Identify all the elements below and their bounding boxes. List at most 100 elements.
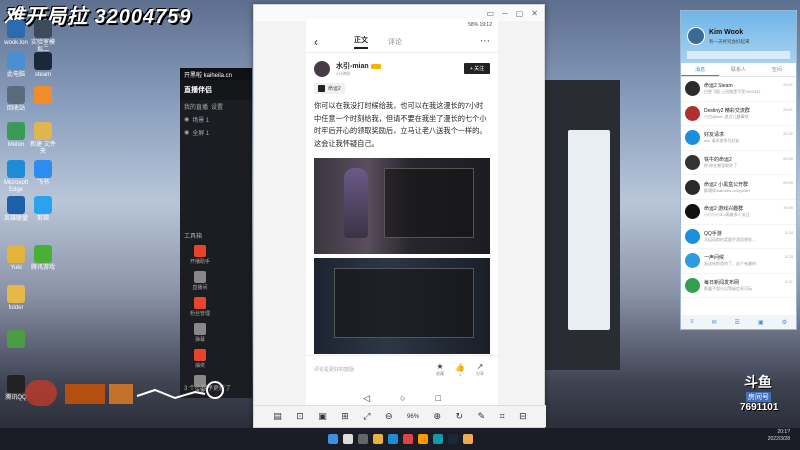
avatar[interactable] [687,27,705,45]
inventory-panel [334,268,474,338]
streamer-menu[interactable]: 我的直播 设置 [180,100,252,113]
qq-signature[interactable]: 有一天终究会好起来 [709,39,750,45]
mail-icon[interactable]: ✉ [712,319,717,326]
folder-icon[interactable] [372,434,383,444]
eye-icon[interactable]: ◉ [184,116,189,123]
tab-content[interactable]: 正文 [354,35,368,49]
back-nav-icon[interactable]: ◁ [363,393,370,404]
desktop-icon[interactable]: 剪辑 [30,196,56,223]
tool-item[interactable]: 开播助手 [185,245,215,265]
tool-item[interactable]: 抽奖 [185,349,215,369]
hud-ability-icon [65,384,105,404]
conversation-item[interactable]: 命运2 小黑盒公开群 群通知:kaiheila.cn/0g34kY 20:05 [681,175,796,200]
like-button[interactable]: 👍 1 [450,363,470,377]
desktop-icon[interactable]: 此电脑 [3,52,29,79]
conversation-item[interactable]: 铁牛的命运2 你:你在哪里呢你了 20:30 [681,151,796,176]
app-icon [7,330,25,348]
share-button[interactable]: ↗ 分享 [470,362,490,377]
conversation-item[interactable]: 一声问候 发送给那里的了，这个有趣的 3-23 [681,249,796,274]
desktop-icon[interactable]: 实验室模拟二 [30,20,56,54]
edit-icon[interactable]: ✎ [478,411,486,422]
zoom-in-icon[interactable]: ⊕ [434,411,442,422]
desktop-icon[interactable]: 飞书 [30,160,56,187]
conversation-item[interactable]: 每日新闻发布网 那盒子部分以等级信息可玩 3-21 [681,274,796,299]
eye-icon[interactable]: ◉ [184,129,189,136]
search-icon[interactable] [342,434,353,444]
zoom-out-icon[interactable]: ⊖ [385,411,393,422]
conversation-name: 命运2 游戏兴趣群 [704,206,744,213]
pin-icon[interactable]: ⊟ [519,411,527,422]
desktop-icon[interactable]: steam [30,52,56,79]
close-button[interactable]: ✕ [531,9,538,18]
menu-my-stream[interactable]: 我的直播 [184,102,208,111]
avatar [685,105,700,121]
app-icon[interactable] [417,434,428,444]
menu-icon[interactable]: ≡ [690,319,694,325]
expand-icon[interactable]: ⤢ [363,411,370,422]
comment-input[interactable]: 评论是更好的鼓励 [314,366,430,373]
capture-icon[interactable]: ⊡ [296,411,304,422]
edge-icon[interactable] [387,434,398,444]
minimize-button[interactable]: ─ [502,9,508,18]
desktop-icon[interactable]: 回收站 [3,86,29,113]
desktop-icon[interactable]: 英雄联盟 [3,196,29,223]
avatar [685,228,700,244]
screenshot-icon[interactable]: ▤ [273,411,282,422]
app-icon[interactable] [462,434,473,444]
conversation-item[interactable]: Destiny2 精彩交流群 小白@kim: 说点儿趣事呗 20:01 [681,102,796,127]
tab-contacts[interactable]: 联系人 [719,63,757,76]
crop-icon[interactable]: ⌗ [500,411,505,422]
conversation-item[interactable]: 好友请求 kim 请求加你为好友 20:32 [681,126,796,151]
desktop-icon[interactable] [30,86,56,106]
phone-screen: 58% 19:12 ‹ 正文 评论 ⋯ 水引-mian 2分钟前 + 关注 命运… [306,19,498,413]
fit-icon[interactable]: ⊞ [341,411,349,422]
tool-item[interactable]: 直播间 [185,271,215,291]
app-icon[interactable] [402,434,413,444]
menu-settings[interactable]: 设置 [211,102,223,111]
maximize-button[interactable]: ▢ [516,9,524,18]
desktop-icon[interactable]: 新建 文件夹 [30,122,56,156]
tool-label: 直播间 [192,285,208,291]
more-icon[interactable]: ⋯ [480,36,490,47]
conversation-item[interactable]: 命运2 Steam 白昼飞船 上班狗是不是?#42341 20:01 [681,77,796,102]
pin-button[interactable]: ▭ [487,9,495,18]
clock-time: 20:1? [777,429,790,435]
tool-item[interactable]: 弹幕 [185,323,215,343]
avatar [685,204,700,220]
desktop-icon[interactable]: folder [3,285,29,312]
desktop-icon[interactable] [3,330,29,350]
rotate-icon[interactable]: ↻ [456,411,464,422]
start-icon[interactable] [327,434,338,444]
search-input[interactable] [687,51,790,59]
favorite-button[interactable]: ★ 收藏 [430,362,450,377]
conversation-item[interactable]: 命运2 游戏兴趣群 小小小小5-3周爽多人关注 19:49 [681,200,796,225]
desktop-icon[interactable]: Melon [3,122,29,149]
conversation-item[interactable]: QQ手游 大运动前的奖励手游没想发... 3-24 [681,225,796,250]
gear-icon[interactable]: ⚙ [782,319,787,326]
tool-item[interactable]: 粉丝管理 [185,297,215,317]
scene-item[interactable]: ◉ 全屏 1 [180,126,252,139]
screenshot-image[interactable] [314,258,490,354]
avatar[interactable] [314,61,330,77]
record-icon[interactable]: ▣ [318,411,327,422]
list-icon[interactable]: ☰ [735,319,740,326]
home-nav-icon[interactable]: ○ [400,393,405,403]
app-icon[interactable]: ▣ [758,319,764,326]
screenshot-image[interactable] [314,158,490,254]
recents-nav-icon[interactable]: □ [435,393,440,403]
desktop-icon[interactable]: wook.lon [3,20,29,47]
author-name[interactable]: 水引-mian [336,61,381,71]
game-tag[interactable]: 命运2 [314,83,345,94]
desktop-icon[interactable]: Microsoft Edge [3,160,29,194]
qq-icon[interactable] [432,434,443,444]
desktop-icon[interactable]: Yuki [3,245,29,272]
follow-button[interactable]: + 关注 [464,63,490,74]
tab-comments[interactable]: 评论 [388,37,402,47]
desktop-icon[interactable]: 腾讯游戏 [30,245,56,272]
steam-icon[interactable] [447,434,458,444]
tab-space[interactable]: 空间 [758,63,796,76]
back-arrow-icon[interactable]: ‹ [314,35,344,49]
scene-item[interactable]: ◉ 场景 1 [180,113,252,126]
taskview-icon[interactable] [357,434,368,444]
tab-messages[interactable]: 消息 [681,63,720,76]
